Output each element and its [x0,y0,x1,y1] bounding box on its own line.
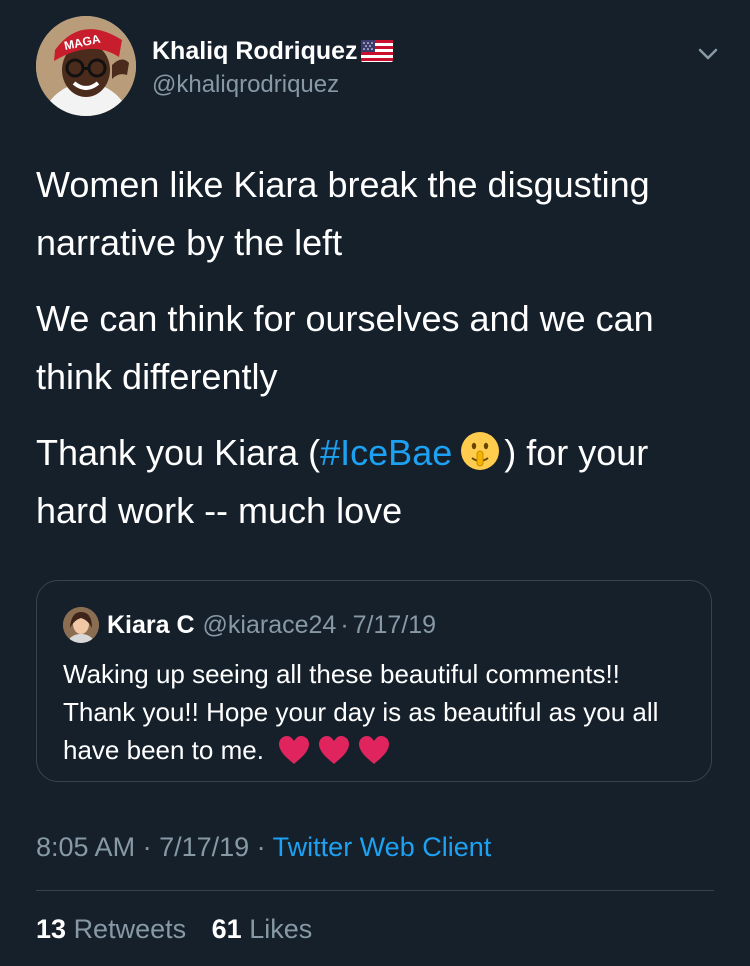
likes-label: Likes [249,914,313,944]
quoted-author-handle[interactable]: @kiarace24 [203,611,337,640]
tweet-date[interactable]: 7/17/19 [159,832,249,862]
hashtag-link[interactable]: #IceBae [320,432,452,473]
stats-divider [36,890,714,891]
heart-icon [317,734,351,766]
quoted-tweet-text: Waking up seeing all these beautiful com… [63,655,693,769]
author-info[interactable]: Khaliq Rodriquez @khaliqrodriquez [152,34,572,102]
likes-stat[interactable]: 61 Likes [212,910,313,948]
us-flag-icon [360,40,393,62]
retweets-count: 13 [36,914,67,944]
tweet-time[interactable]: 8:05 AM [36,832,135,862]
tweet-paragraph-3: Thank you Kiara (#IceBae ) for your hard… [36,424,726,540]
author-handle[interactable]: @khaliqrodriquez [152,68,572,102]
tweet-paragraph-1: Women like Kiara break the disgusting na… [36,164,660,263]
tweet-card: MAGA Khaliq Rodriquez @khaliqrodriquez W… [0,0,750,966]
quoted-tweet[interactable]: Kiara C @kiarace24 · 7/17/19 Waking up s… [36,580,712,782]
tweet-client-link[interactable]: Twitter Web Client [273,832,492,862]
heart-icon [277,734,311,766]
retweets-label: Retweets [73,914,187,944]
likes-count: 61 [211,914,242,944]
quoted-tweet-date[interactable]: 7/17/19 [353,611,436,640]
meta-separator: · [249,832,273,862]
tweet-body: Women like Kiara break the disgusting na… [36,156,726,558]
tweet-metadata: 8:05 AM · 7/17/19 · Twitter Web Client [36,828,491,866]
avatar-image: MAGA [36,16,136,116]
meta-separator: · [135,832,160,862]
display-name-row: Khaliq Rodriquez [152,34,572,68]
retweets-stat[interactable]: 13 Retweets [36,910,186,948]
tweet-paragraph-3-start: Thank you Kiara ( [36,432,321,473]
tweet-stats: 13 Retweets 61 Likes [36,910,330,948]
quoted-date-separator: · [340,610,349,639]
tweet-paragraph-2: We can think for ourselves and we can th… [36,298,664,397]
tweet-header: MAGA Khaliq Rodriquez @khaliqrodriquez [36,16,726,120]
heart-icon [357,734,391,766]
quoted-author-avatar[interactable] [63,607,99,643]
quoted-author-display-name[interactable]: Kiara C [107,611,195,640]
shushing-face-emoji [460,430,500,470]
author-avatar[interactable]: MAGA [36,16,136,116]
chevron-down-icon[interactable] [690,36,726,72]
quoted-tweet-header: Kiara C @kiarace24 · 7/17/19 [63,605,436,645]
author-display-name[interactable]: Khaliq Rodriquez [152,34,358,68]
